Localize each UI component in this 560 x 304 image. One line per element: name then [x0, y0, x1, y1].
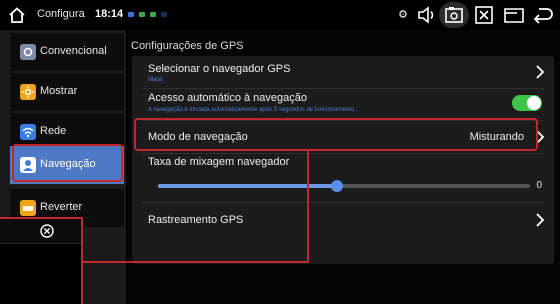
mix-rate-row: Taxa de mixagem navegador 0: [132, 154, 554, 200]
status-dot: [161, 12, 167, 17]
row-label: Acesso automático à navegação: [148, 92, 307, 104]
sidebar-item-convencional[interactable]: Convencional: [10, 33, 124, 71]
status-dot: [150, 12, 156, 17]
mix-rate-value: 0: [536, 180, 542, 191]
toggle-knob: [527, 96, 541, 110]
select-navigator-row[interactable]: Selecionar o navegador GPS Maps: [132, 56, 554, 86]
app-name: Configura: [37, 8, 85, 20]
auto-access-toggle[interactable]: [512, 95, 542, 111]
car-icon: [20, 200, 36, 216]
home-icon[interactable]: [8, 6, 26, 24]
annotation-line: [81, 261, 309, 263]
auto-access-row: Acesso automático à navegação A navegaçã…: [132, 89, 554, 119]
window-icon[interactable]: [503, 5, 525, 25]
popup-header: [0, 219, 81, 244]
settings-icon: [20, 44, 36, 60]
sidebar-item-label: Reverter: [40, 201, 83, 213]
sidebar-item-label: Convencional: [40, 45, 107, 57]
row-label: Selecionar o navegador GPS: [148, 63, 291, 75]
back-icon[interactable]: [532, 5, 556, 25]
sidebar-item-label: Mostrar: [40, 85, 78, 97]
location-icon: [399, 10, 407, 18]
wifi-icon: [20, 124, 36, 140]
close-window-icon[interactable]: [474, 5, 494, 25]
row-sublabel: A navegação é iniciada automaticamente a…: [148, 107, 355, 113]
row-sublabel: Maps: [148, 77, 163, 83]
brightness-icon: [20, 84, 36, 100]
screenshot-icon[interactable]: [444, 5, 464, 25]
clock: 18:14: [95, 8, 124, 20]
popup-panel: [0, 217, 83, 304]
chevron-right-icon: [536, 213, 545, 227]
mix-rate-slider[interactable]: [158, 180, 530, 192]
nav-mode-highlight: [134, 118, 538, 151]
status-dot: [139, 12, 145, 17]
navigation-highlight: [12, 144, 123, 182]
status-bar: Configura 18:14: [0, 0, 560, 30]
volume-icon[interactable]: [416, 5, 438, 25]
gps-tracking-row[interactable]: Rastreamento GPS: [132, 203, 554, 237]
row-label: Rastreamento GPS: [148, 214, 244, 226]
row-label: Taxa de mixagem navegador: [148, 156, 290, 168]
annotation-line: [307, 150, 309, 262]
sidebar-item-mostrar[interactable]: Mostrar: [10, 73, 124, 111]
sidebar-item-label: Rede: [40, 125, 67, 137]
status-dot: [128, 12, 134, 17]
chevron-right-icon: [536, 65, 545, 79]
slider-handle[interactable]: [330, 180, 343, 192]
slider-fill: [158, 184, 337, 188]
close-icon[interactable]: [40, 224, 54, 238]
settings-list: Selecionar o navegador GPS Maps Acesso a…: [132, 56, 554, 264]
page-title: Configurações de GPS: [131, 40, 244, 52]
